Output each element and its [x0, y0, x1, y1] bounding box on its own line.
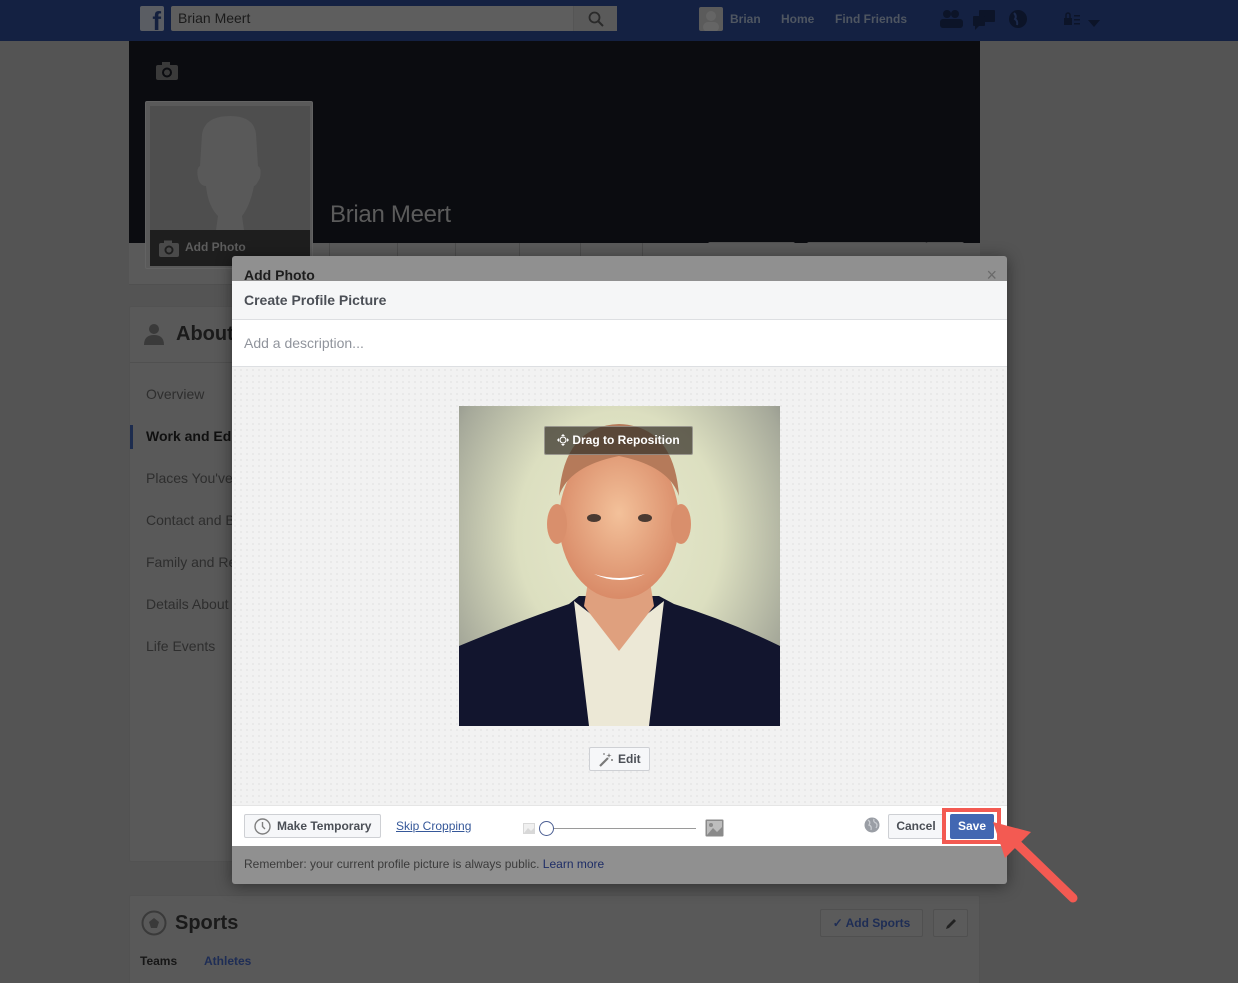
- active-item-indicator: [130, 425, 133, 449]
- panel-title: Create Profile Picture: [244, 292, 387, 308]
- facebook-logo[interactable]: f: [140, 6, 164, 31]
- search-button[interactable]: [573, 6, 617, 31]
- skip-cropping-link[interactable]: Skip Cropping: [396, 819, 471, 833]
- top-nav-bar: f Brian Home Find Friends: [0, 0, 1238, 41]
- sports-title: Sports: [175, 912, 239, 934]
- about-item-overview[interactable]: Overview: [146, 386, 204, 402]
- zoom-slider-track[interactable]: [546, 828, 696, 829]
- make-temporary-button[interactable]: Make Temporary: [244, 814, 381, 838]
- sports-tab-athletes[interactable]: Athletes: [204, 954, 251, 968]
- learn-more-link[interactable]: Learn more: [543, 857, 604, 871]
- privacy-lock-icon[interactable]: [1063, 12, 1081, 31]
- description-input[interactable]: [244, 320, 984, 366]
- drag-to-reposition-hint[interactable]: Drag to Reposition: [544, 426, 693, 455]
- profile-photo-preview[interactable]: Drag to Reposition: [459, 406, 780, 726]
- make-temporary-label: Make Temporary: [277, 819, 372, 833]
- edit-sports-button[interactable]: [933, 909, 968, 937]
- clock-icon: [254, 818, 271, 835]
- panel-header: Create Profile Picture: [232, 281, 1007, 320]
- nav-avatar[interactable]: [699, 7, 723, 31]
- notifications-globe-icon[interactable]: [1008, 9, 1028, 34]
- nav-profile-link[interactable]: Brian: [730, 12, 761, 26]
- search-box: [171, 6, 617, 31]
- annotation-arrow-icon: [993, 822, 1078, 903]
- about-item-life-events[interactable]: Life Events: [146, 638, 215, 654]
- add-photo-label: Add Photo: [185, 240, 246, 254]
- nav-find-friends-link[interactable]: Find Friends: [835, 12, 907, 26]
- profile-picture[interactable]: Add Photo: [145, 101, 313, 269]
- sports-tab-teams[interactable]: Teams: [140, 954, 177, 968]
- soccer-ball-icon: [141, 910, 167, 936]
- nav-home-link[interactable]: Home: [781, 12, 814, 26]
- zoom-out-image-icon[interactable]: [523, 823, 535, 834]
- person-icon: [144, 324, 164, 345]
- profile-name: Brian Meert: [330, 201, 451, 228]
- friend-requests-icon[interactable]: [939, 9, 963, 34]
- account-menu-caret-icon[interactable]: [1088, 15, 1100, 33]
- add-sports-button[interactable]: ✓ Add Sports: [820, 909, 923, 937]
- pencil-icon: [946, 919, 956, 929]
- search-icon: [588, 11, 604, 27]
- edit-label: Edit: [618, 752, 641, 766]
- cancel-button[interactable]: Cancel: [888, 814, 944, 839]
- camera-icon: [159, 240, 179, 257]
- crop-area: Drag to Reposition Edit: [232, 367, 1007, 805]
- search-input[interactable]: [178, 6, 568, 31]
- zoom-in-image-icon[interactable]: [705, 819, 724, 837]
- camera-icon[interactable]: [155, 61, 179, 86]
- drag-to-reposition-label: Drag to Reposition: [572, 433, 680, 447]
- description-field: [232, 320, 1007, 367]
- sports-section: Sports ✓ Add Sports Teams Athletes: [129, 895, 980, 983]
- dialog-footer: Make Temporary Skip Cropping Cancel Save: [232, 805, 1007, 846]
- add-photo-dialog: Add Photo × Create Profile Picture Add a…: [232, 256, 1007, 884]
- privacy-reminder: Remember: your current profile picture i…: [244, 857, 604, 871]
- messages-icon[interactable]: [972, 9, 996, 36]
- zoom-slider-handle[interactable]: [539, 821, 554, 836]
- move-arrows-icon: [557, 434, 570, 446]
- edit-photo-button[interactable]: Edit: [589, 747, 650, 771]
- magic-wand-icon: [599, 753, 613, 767]
- about-title: About: [176, 323, 234, 345]
- create-profile-picture-panel: Create Profile Picture Add a description…: [232, 281, 1007, 846]
- privacy-reminder-text: Remember: your current profile picture i…: [244, 857, 540, 871]
- public-privacy-globe-icon[interactable]: [864, 817, 880, 833]
